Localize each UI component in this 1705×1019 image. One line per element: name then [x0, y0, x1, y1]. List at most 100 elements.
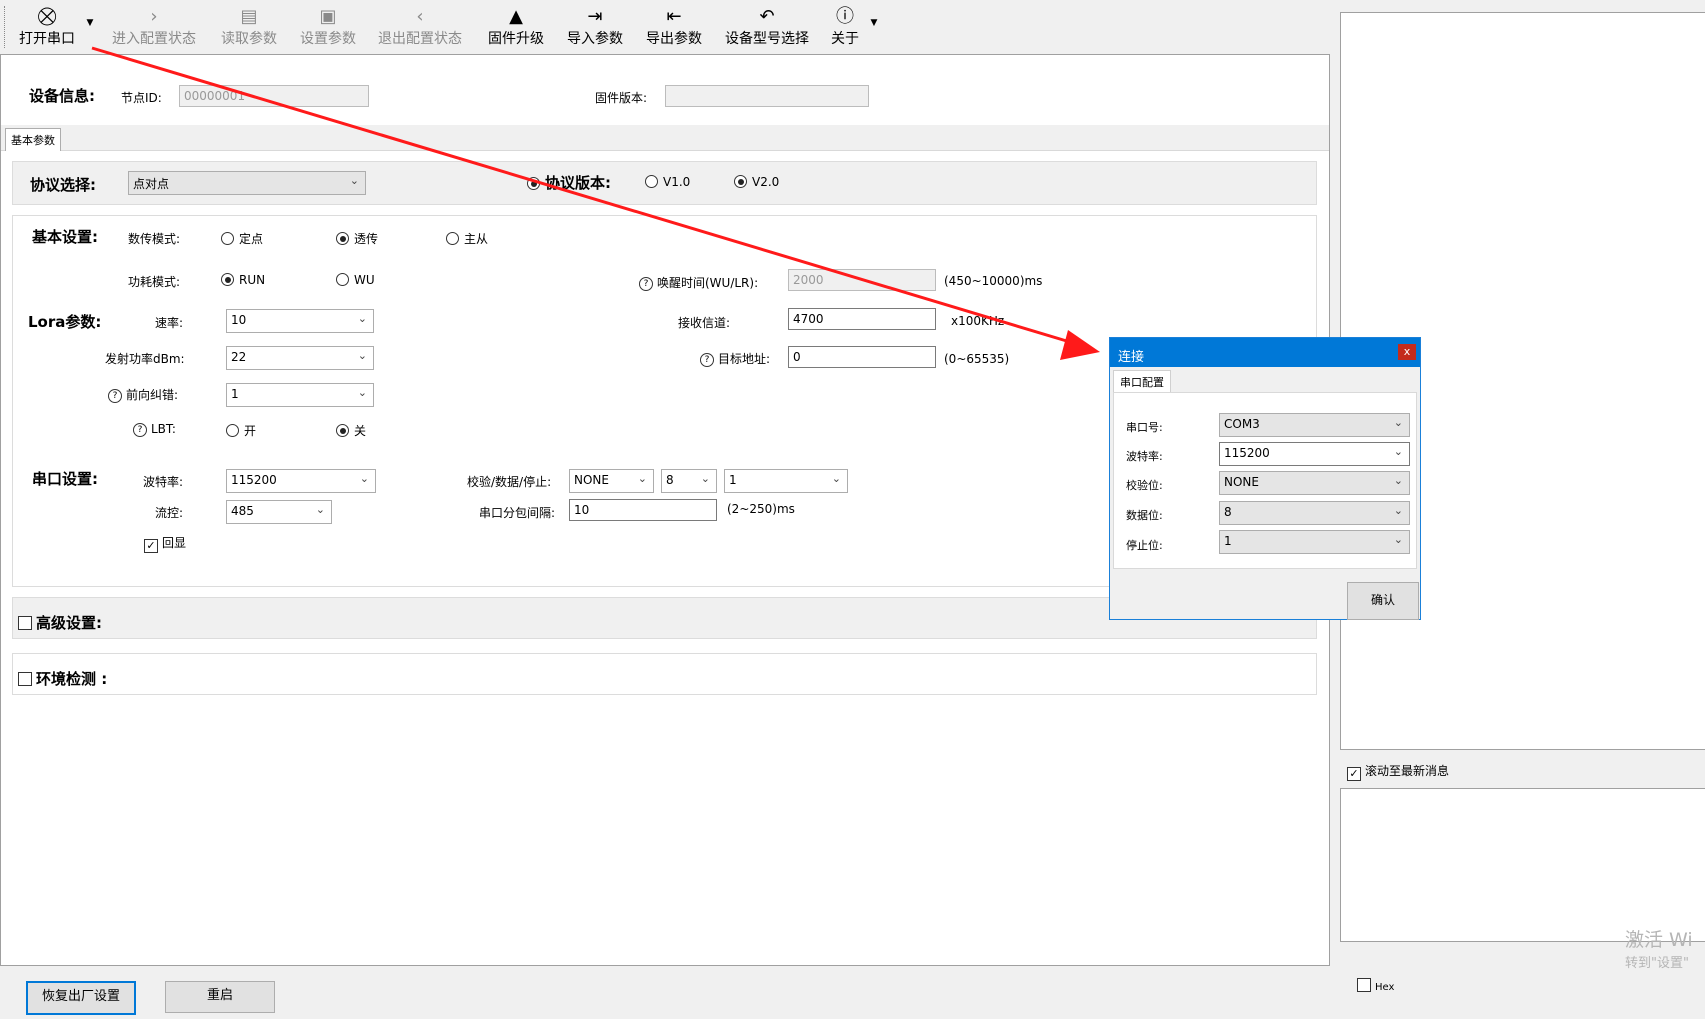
- radio-mode-fixed-label: 定点: [239, 232, 264, 246]
- dialog-baud-select[interactable]: 115200 ⌄: [1219, 442, 1410, 466]
- packet-interval-field[interactable]: 10: [569, 499, 717, 521]
- serial-baud-select[interactable]: 115200 ⌄: [226, 469, 376, 493]
- export-params-label: 导出参数: [646, 31, 702, 47]
- dialog-stop-select-value: 1: [1224, 534, 1232, 548]
- target-address-field[interactable]: 0: [788, 346, 936, 368]
- protocol-heading: 协议选择:: [30, 176, 96, 194]
- node-id-field[interactable]: 00000001: [179, 85, 369, 107]
- radio-power-wu[interactable]: WU: [336, 273, 375, 287]
- close-icon[interactable]: x: [1398, 344, 1416, 360]
- dialog-stop-label: 停止位:: [1126, 539, 1163, 552]
- radio-icon: [734, 175, 747, 188]
- chevron-left-icon: ‹: [416, 6, 424, 27]
- help-icon[interactable]: ?: [639, 277, 653, 291]
- wake-time-field[interactable]: 2000: [788, 269, 936, 291]
- tab-basic-params[interactable]: 基本参数: [5, 128, 61, 151]
- advanced-settings-checkbox[interactable]: 高级设置:: [18, 612, 102, 633]
- radio-mode-fixed[interactable]: 定点: [221, 230, 263, 247]
- dialog-form: 串口号: COM3 ⌄ 波特率: 115200 ⌄ 校验位: NONE ⌄ 数据位: …: [1113, 392, 1417, 569]
- basic-settings-heading: 基本设置:: [32, 228, 98, 246]
- parity-select[interactable]: NONE ⌄: [569, 469, 654, 493]
- fec-select[interactable]: 1 ⌄: [226, 383, 374, 407]
- flow-control-select-value: 485: [231, 504, 254, 518]
- chevron-down-icon: ⌄: [315, 503, 325, 516]
- open-port-label: 打开串口: [19, 31, 75, 47]
- data-bits-select[interactable]: 8 ⌄: [661, 469, 717, 493]
- hex-checkbox[interactable]: Hex: [1357, 978, 1394, 993]
- radio-power-run[interactable]: RUN: [221, 273, 265, 287]
- radio-lbt-on[interactable]: 开: [226, 422, 256, 439]
- export-params-button[interactable]: ⇤ 导出参数: [640, 6, 708, 52]
- rx-channel-unit: x100KHz: [951, 314, 1005, 328]
- port-label: 串口号:: [1126, 421, 1163, 434]
- rx-channel-field[interactable]: 4700: [788, 308, 936, 330]
- radio-icon: [226, 424, 239, 437]
- dialog-parity-select-value: NONE: [1224, 475, 1259, 489]
- fec-label: ? 前向纠错:: [108, 386, 178, 403]
- device-model-button[interactable]: ↶ 设备型号选择: [718, 6, 816, 52]
- node-id-label: 节点ID:: [121, 91, 162, 105]
- tx-power-select-value: 22: [231, 350, 247, 364]
- scroll-latest-checkbox[interactable]: ✓ 滚动至最新消息: [1347, 762, 1449, 781]
- about-button[interactable]: ⓘ 关于: [826, 6, 864, 52]
- export-icon: ⇤: [666, 6, 682, 27]
- radio-lbt-off[interactable]: 关: [336, 422, 366, 439]
- protocol-select[interactable]: 点对点 ⌄: [128, 171, 366, 195]
- env-detection-checkbox[interactable]: 环境检测 :: [18, 668, 107, 689]
- tx-power-select[interactable]: 22 ⌄: [226, 346, 374, 370]
- import-params-button[interactable]: ⇥ 导入参数: [561, 6, 629, 52]
- help-icon[interactable]: ?: [133, 423, 147, 437]
- checkbox-unchecked-icon: [18, 672, 32, 686]
- set-params-label: 设置参数: [300, 31, 356, 47]
- device-info-section: 设备信息: 节点ID: 00000001 固件版本:: [1, 65, 1329, 125]
- tab-serial-config[interactable]: 串口配置: [1113, 370, 1171, 392]
- protocol-section: 协议选择: 点对点 ⌄ 协议版本: V1.0 V2.0: [12, 161, 1317, 205]
- chevron-down-icon: ⌄: [349, 174, 359, 187]
- device-info-heading: 设备信息:: [29, 87, 95, 105]
- read-params-button[interactable]: ▤ 读取参数: [215, 6, 283, 52]
- lora-heading: Lora参数:: [28, 313, 102, 331]
- packet-interval-range: (2~250)ms: [727, 502, 795, 516]
- factory-reset-button[interactable]: 恢复出厂设置: [26, 981, 136, 1015]
- dialog-parity-select[interactable]: NONE ⌄: [1219, 471, 1410, 495]
- firmware-upgrade-button[interactable]: ▲ 固件升级: [482, 6, 550, 52]
- help-icon[interactable]: ?: [700, 353, 714, 367]
- open-port-button[interactable]: ⛒ 打开串口: [14, 6, 80, 52]
- radio-power-wu-label: WU: [354, 273, 375, 287]
- radio-v2[interactable]: V2.0: [734, 175, 779, 189]
- set-params-button[interactable]: ▣ 设置参数: [294, 6, 362, 52]
- enter-config-button[interactable]: › 进入配置状态: [105, 6, 203, 52]
- radio-icon: [221, 273, 234, 286]
- port-select[interactable]: COM3 ⌄: [1219, 413, 1410, 437]
- flow-control-select[interactable]: 485 ⌄: [226, 500, 332, 524]
- advanced-settings-label: 高级设置:: [36, 614, 102, 632]
- exit-config-button[interactable]: ‹ 退出配置状态: [371, 6, 469, 52]
- radio-v1[interactable]: V1.0: [645, 175, 690, 189]
- chevron-down-icon: ⌄: [357, 312, 367, 325]
- serial-baud-select-value: 115200: [231, 473, 277, 487]
- dialog-stop-select[interactable]: 1 ⌄: [1219, 530, 1410, 554]
- chevron-down-icon: ⌄: [1393, 504, 1403, 517]
- dialog-title-bar[interactable]: 连接: [1110, 338, 1420, 367]
- activation-watermark: 激活 Wi: [1625, 929, 1693, 951]
- enter-config-label: 进入配置状态: [112, 31, 196, 47]
- radio-mode-transparent[interactable]: 透传: [336, 230, 378, 247]
- device-model-label: 设备型号选择: [725, 31, 809, 47]
- undo-arrow-icon: ↶: [759, 6, 775, 27]
- help-icon[interactable]: ?: [108, 389, 122, 403]
- rate-select[interactable]: 10 ⌄: [226, 309, 374, 333]
- checkbox-checked-icon: ✓: [144, 539, 158, 553]
- stop-bits-select[interactable]: 1 ⌄: [724, 469, 848, 493]
- echo-checkbox[interactable]: ✓ 回显: [144, 534, 186, 553]
- radio-mode-master[interactable]: 主从: [446, 230, 488, 247]
- confirm-button[interactable]: 确认: [1347, 582, 1419, 620]
- dialog-data-select[interactable]: 8 ⌄: [1219, 501, 1410, 525]
- chevron-down-icon: ⌄: [831, 472, 841, 485]
- chevron-down-icon: ⌄: [700, 472, 710, 485]
- radio-v2-label: V2.0: [752, 175, 780, 189]
- restart-button[interactable]: 重启: [165, 981, 275, 1013]
- send-input-area[interactable]: [1340, 788, 1705, 942]
- radio-icon: [446, 232, 459, 245]
- dialog-baud-select-value: 115200: [1224, 446, 1270, 460]
- firmware-version-field[interactable]: [665, 85, 869, 107]
